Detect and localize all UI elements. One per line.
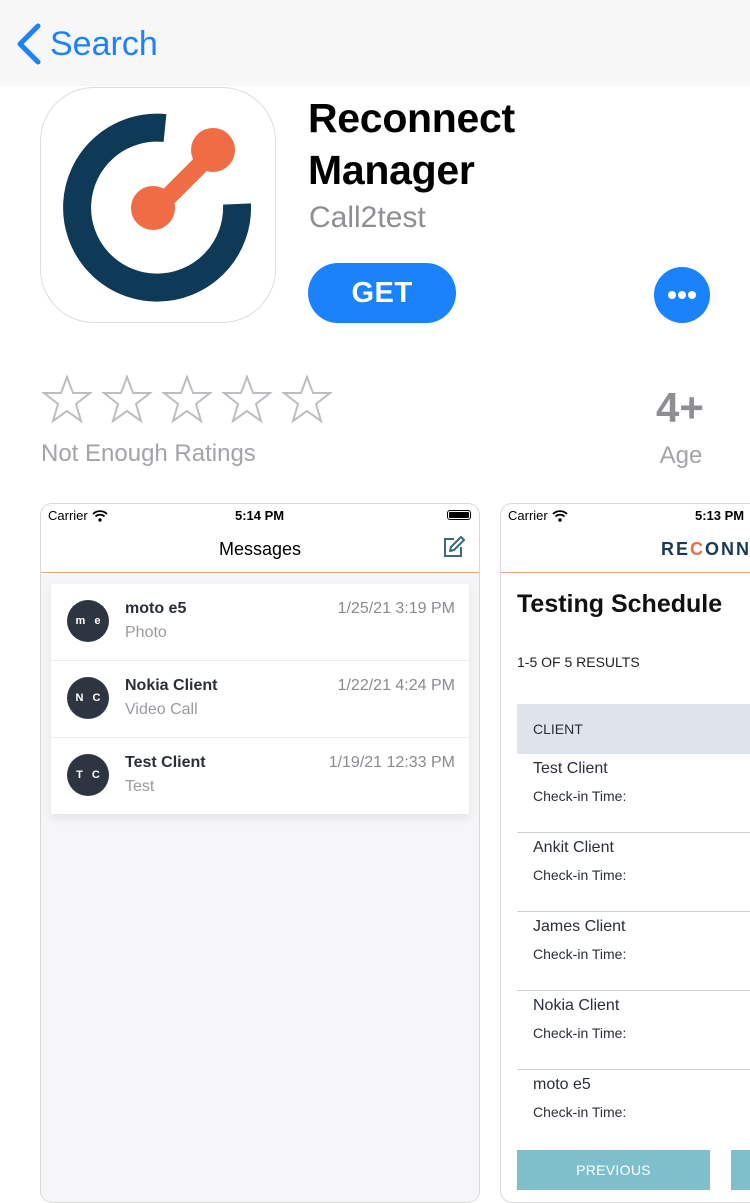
message-row: N C Nokia Client Video Call 1/22/21 4:24… [51, 661, 469, 738]
reconnect-logo-icon [63, 113, 252, 302]
more-options-button[interactable] [654, 267, 710, 323]
wifi-icon [92, 509, 108, 522]
client-name: Nokia Client [533, 997, 620, 1014]
client-name: moto e5 [533, 1076, 591, 1093]
checkin-label: Check-in Time: [533, 1104, 627, 1120]
message-row: m e moto e5 Photo 1/25/21 3:19 PM [51, 584, 469, 661]
message-sender: Test Client [125, 754, 206, 771]
table-row: moto e5 Check-in Time: [517, 1070, 750, 1148]
avatar: N C [67, 677, 109, 719]
carrier-text: Carrier [48, 508, 88, 523]
star-outline-icon [221, 374, 273, 424]
status-time: 5:14 PM [235, 508, 285, 523]
wifi-icon [552, 509, 568, 522]
battery-icon [447, 510, 471, 520]
star-outline-icon [41, 374, 93, 424]
checkin-label: Check-in Time: [533, 788, 627, 804]
message-date: 1/19/21 12:33 PM [328, 754, 455, 771]
results-count: 1-5 OF 5 RESULTS [517, 654, 640, 670]
column-header-client: CLIENT [533, 721, 583, 737]
age-rating-value: 4+ [656, 384, 704, 431]
message-sender: Nokia Client [125, 677, 218, 694]
carrier-label: Carrier [48, 508, 108, 523]
rating-stars [40, 374, 334, 426]
schedule-title: Testing Schedule [517, 590, 723, 618]
messages-title: Messages [218, 539, 302, 559]
back-button[interactable]: Search [16, 22, 158, 66]
message-row: T C Test Client Test 1/19/21 12:33 PM [51, 738, 469, 814]
ratings-label: Not Enough Ratings [41, 440, 256, 467]
ellipsis-icon [668, 291, 696, 299]
carrier-text: Carrier [508, 508, 548, 523]
app-name: Reconnect Manager [308, 92, 515, 196]
table-row: Ankit Client Check-in Time: [517, 833, 750, 912]
message-list: m e moto e5 Photo 1/25/21 3:19 PM N C No… [51, 584, 469, 814]
chevron-left-icon [17, 23, 41, 65]
app-screenshot-schedule[interactable]: Carrier 5:13 PM RECONNE Testing Schedule… [500, 503, 750, 1203]
navigation-bar: Search [0, 0, 750, 86]
star-outline-icon [161, 374, 213, 424]
reconnect-wordmark: RECONNE [661, 539, 750, 559]
table-header: CLIENT [517, 704, 750, 754]
previous-button: PREVIOUS [517, 1150, 710, 1190]
message-preview: Video Call [125, 701, 198, 718]
back-label: Search [50, 25, 158, 63]
app-name-line2: Manager [308, 147, 475, 193]
message-preview: Test [125, 778, 155, 795]
app-screenshot-messages[interactable]: Carrier 5:14 PM Messages m e moto e5 Pho… [40, 503, 480, 1203]
star-outline-icon [281, 374, 333, 424]
message-date: 1/22/21 4:24 PM [337, 677, 455, 694]
status-bar: Carrier 5:13 PM [501, 504, 750, 526]
app-icon [40, 87, 276, 323]
age-rating-label: Age [659, 442, 703, 469]
messages-body: m e moto e5 Photo 1/25/21 3:19 PM N C No… [41, 574, 479, 1202]
messages-header: Messages [41, 526, 479, 573]
get-button[interactable]: GET [308, 263, 456, 323]
avatar: m e [67, 600, 109, 642]
table-row: Nokia Client Check-in Time: [517, 991, 750, 1070]
carrier-label: Carrier [508, 508, 568, 523]
client-name: Ankit Client [533, 839, 614, 856]
checkin-label: Check-in Time: [533, 1025, 627, 1041]
avatar: T C [67, 754, 109, 796]
client-name: Test Client [533, 760, 608, 777]
message-preview: Photo [125, 624, 167, 641]
developer-name[interactable]: Call2test [309, 198, 426, 238]
table-row: Test Client Check-in Time: [517, 754, 750, 833]
message-sender: moto e5 [125, 600, 187, 617]
schedule-header: RECONNE [501, 526, 750, 573]
table-row: James Client Check-in Time: [517, 912, 750, 991]
checkin-label: Check-in Time: [533, 867, 627, 883]
compose-icon [444, 536, 465, 557]
client-name: James Client [533, 918, 626, 935]
next-button [731, 1150, 750, 1190]
status-time: 5:13 PM [695, 508, 745, 523]
checkin-label: Check-in Time: [533, 946, 627, 962]
message-date: 1/25/21 3:19 PM [337, 600, 455, 617]
app-name-line1: Reconnect [308, 95, 515, 141]
star-outline-icon [101, 374, 153, 424]
status-bar: Carrier 5:14 PM [41, 504, 479, 526]
